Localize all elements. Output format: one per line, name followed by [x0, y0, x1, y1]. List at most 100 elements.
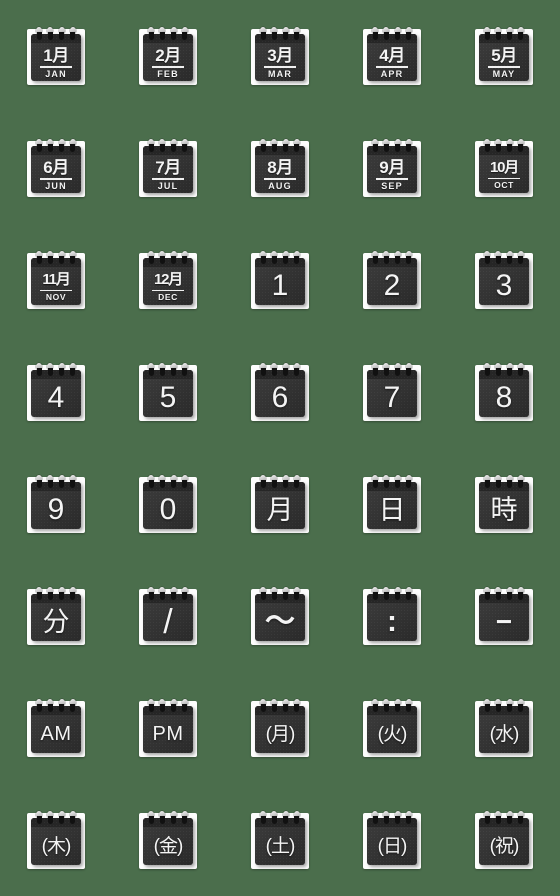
emoji-cell[interactable]: 6月 JUN: [0, 112, 112, 224]
emoji-cell[interactable]: 時: [448, 448, 560, 560]
binding-ring-icon: [58, 811, 65, 824]
calendar-icon[interactable]: (祝): [475, 811, 533, 869]
calendar-icon[interactable]: 8: [475, 363, 533, 421]
calendar-icon[interactable]: 9: [27, 475, 85, 533]
calendar-icon[interactable]: 11月 NOV: [27, 251, 85, 309]
calendar-icon[interactable]: (木): [27, 811, 85, 869]
emoji-cell[interactable]: 1: [224, 224, 336, 336]
icon-glyph: (土): [265, 835, 296, 857]
binding-ring-icon: [495, 363, 502, 376]
calendar-icon[interactable]: 8月 AUG: [251, 139, 309, 197]
emoji-cell[interactable]: 11月 NOV: [0, 224, 112, 336]
emoji-cell[interactable]: :: [336, 560, 448, 672]
calendar-icon[interactable]: 5: [139, 363, 197, 421]
binding-ring-icon: [394, 251, 401, 264]
emoji-cell[interactable]: −: [448, 560, 560, 672]
emoji-cell[interactable]: (金): [112, 784, 224, 896]
emoji-cell[interactable]: 8: [448, 336, 560, 448]
calendar-icon[interactable]: AM: [27, 699, 85, 757]
emoji-cell[interactable]: 0: [112, 448, 224, 560]
emoji-cell[interactable]: (火): [336, 672, 448, 784]
emoji-cell[interactable]: 3: [448, 224, 560, 336]
emoji-cell[interactable]: 〜: [224, 560, 336, 672]
emoji-cell[interactable]: 分: [0, 560, 112, 672]
calendar-icon[interactable]: −: [475, 587, 533, 645]
calendar-icon[interactable]: :: [363, 587, 421, 645]
calendar-icon[interactable]: 4月 APR: [363, 27, 421, 85]
calendar-icon[interactable]: (日): [363, 811, 421, 869]
icon-glyph: 日: [378, 494, 406, 525]
emoji-cell[interactable]: AM: [0, 672, 112, 784]
emoji-cell[interactable]: (土): [224, 784, 336, 896]
emoji-cell[interactable]: 6: [224, 336, 336, 448]
icon-glyph: 3: [495, 269, 513, 302]
emoji-cell[interactable]: /: [112, 560, 224, 672]
emoji-cell[interactable]: (木): [0, 784, 112, 896]
month-japanese-label: 1月: [43, 45, 69, 65]
emoji-cell[interactable]: (月): [224, 672, 336, 784]
emoji-cell[interactable]: 2月 FEB: [112, 0, 224, 112]
emoji-cell[interactable]: 8月 AUG: [224, 112, 336, 224]
binding-ring-icon: [293, 27, 300, 40]
emoji-cell[interactable]: 3月 MAR: [224, 0, 336, 112]
emoji-cell[interactable]: 10月 OCT: [448, 112, 560, 224]
calendar-icon[interactable]: (金): [139, 811, 197, 869]
calendar-icon[interactable]: 12月 DEC: [139, 251, 197, 309]
emoji-cell[interactable]: 7: [336, 336, 448, 448]
emoji-cell[interactable]: 5月 MAY: [448, 0, 560, 112]
calendar-icon[interactable]: (月): [251, 699, 309, 757]
binding-ring-icon: [372, 251, 379, 264]
calendar-icon[interactable]: (土): [251, 811, 309, 869]
calendar-icon[interactable]: 5月 MAY: [475, 27, 533, 85]
emoji-cell[interactable]: 5: [112, 336, 224, 448]
emoji-cell[interactable]: (水): [448, 672, 560, 784]
calendar-icon[interactable]: 月: [251, 475, 309, 533]
emoji-cell[interactable]: 9: [0, 448, 112, 560]
emoji-cell[interactable]: 2: [336, 224, 448, 336]
calendar-icon[interactable]: /: [139, 587, 197, 645]
calendar-icon[interactable]: 6月 JUN: [27, 139, 85, 197]
binding-ring-icon: [260, 251, 267, 264]
emoji-cell[interactable]: 12月 DEC: [112, 224, 224, 336]
calendar-card: (火): [367, 706, 417, 753]
calendar-icon[interactable]: PM: [139, 699, 197, 757]
calendar-icon[interactable]: 2月 FEB: [139, 27, 197, 85]
calendar-card: (日): [367, 818, 417, 865]
calendar-icon[interactable]: 時: [475, 475, 533, 533]
calendar-icon[interactable]: 3月 MAR: [251, 27, 309, 85]
calendar-icon[interactable]: 10月 OCT: [475, 139, 533, 197]
calendar-icon[interactable]: 分: [27, 587, 85, 645]
calendar-icon[interactable]: 1月 JAN: [27, 27, 85, 85]
binding-ring-icon: [517, 139, 524, 152]
calendar-icon[interactable]: 3: [475, 251, 533, 309]
emoji-cell[interactable]: 日: [336, 448, 448, 560]
emoji-cell[interactable]: (祝): [448, 784, 560, 896]
calendar-icon[interactable]: 6: [251, 363, 309, 421]
emoji-cell[interactable]: 7月 JUL: [112, 112, 224, 224]
emoji-cell[interactable]: (日): [336, 784, 448, 896]
calendar-icon[interactable]: 日: [363, 475, 421, 533]
calendar-icon[interactable]: (火): [363, 699, 421, 757]
calendar-icon[interactable]: 9月 SEP: [363, 139, 421, 197]
emoji-cell[interactable]: 4: [0, 336, 112, 448]
calendar-icon[interactable]: 0: [139, 475, 197, 533]
calendar-icon[interactable]: 〜: [251, 587, 309, 645]
calendar-icon[interactable]: (水): [475, 699, 533, 757]
emoji-cell[interactable]: 9月 SEP: [336, 112, 448, 224]
icon-glyph: 6: [271, 381, 289, 414]
spiral-binding: [367, 475, 417, 489]
month-japanese-label: 3月: [267, 45, 293, 65]
calendar-icon[interactable]: 4: [27, 363, 85, 421]
binding-ring-icon: [405, 587, 412, 600]
digit-content: 7: [367, 379, 417, 417]
calendar-icon[interactable]: 7月 JUL: [139, 139, 197, 197]
calendar-icon[interactable]: 1: [251, 251, 309, 309]
emoji-cell[interactable]: 月: [224, 448, 336, 560]
calendar-icon[interactable]: 2: [363, 251, 421, 309]
spiral-binding: [479, 811, 529, 825]
emoji-cell[interactable]: 1月 JAN: [0, 0, 112, 112]
emoji-cell[interactable]: PM: [112, 672, 224, 784]
calendar-icon[interactable]: 7: [363, 363, 421, 421]
emoji-cell[interactable]: 4月 APR: [336, 0, 448, 112]
digit-content: 9: [31, 491, 81, 529]
